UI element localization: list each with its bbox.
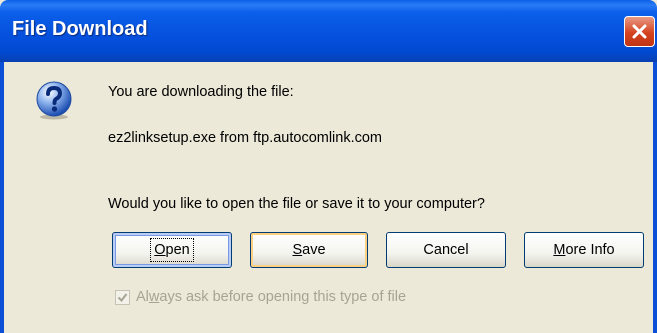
- close-button[interactable]: [624, 16, 655, 47]
- download-message: You are downloading the file:: [108, 84, 294, 100]
- file-info: ez2linksetup.exe from ftp.autocomlink.co…: [108, 130, 383, 146]
- open-button-label: Open: [150, 238, 194, 262]
- title-bar[interactable]: File Download: [0, 0, 657, 62]
- cancel-button-label: Cancel: [423, 242, 469, 258]
- checkmark-icon: [117, 293, 128, 303]
- window-frame-left: [0, 62, 4, 333]
- always-ask-checkbox[interactable]: [115, 290, 130, 305]
- always-ask-label: Always ask before opening this type of f…: [136, 289, 407, 305]
- cancel-button[interactable]: Cancel: [386, 232, 506, 268]
- more-info-button[interactable]: More Info: [524, 232, 644, 268]
- open-button[interactable]: Open: [112, 232, 232, 268]
- window-frame-right: [653, 62, 657, 333]
- window-title: File Download: [12, 18, 148, 40]
- more-info-button-label: More Info: [553, 242, 615, 258]
- save-button-label: Save: [292, 242, 326, 258]
- close-icon: [632, 24, 647, 39]
- save-button[interactable]: Save: [250, 232, 368, 268]
- open-or-save-prompt: Would you like to open the file or save …: [108, 196, 485, 212]
- question-icon: [36, 81, 72, 120]
